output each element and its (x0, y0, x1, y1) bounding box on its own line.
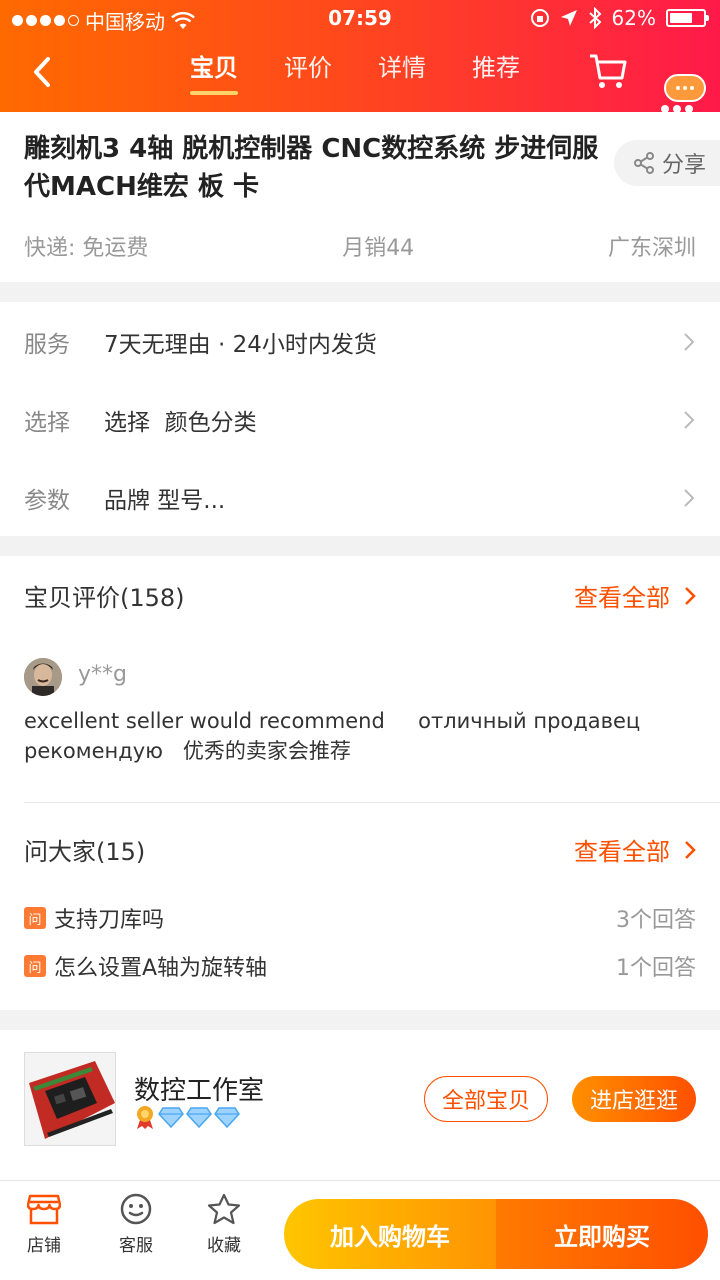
tab-bar: 宝贝 评价 详情 推荐 (190, 48, 520, 95)
location-icon (560, 10, 577, 26)
tab-reviews[interactable]: 评价 (284, 48, 332, 95)
shop-name: 数控工作室 (134, 1076, 265, 1106)
enter-shop-button[interactable]: 进店逛逛 (572, 1076, 696, 1122)
all-items-button[interactable]: 全部宝贝 (424, 1076, 548, 1122)
reviews-card: 宝贝评价(158) 查看全部 y**g excellent seller wou… (0, 556, 720, 1010)
qa-header: 问大家(15) 查看全部 (24, 832, 696, 867)
qa-answer-count: 1个回答 (616, 956, 696, 981)
qa-see-all-label: 查看全部 (574, 838, 670, 866)
service-row[interactable]: 服务 7天无理由 · 24小时内发货 (24, 322, 696, 362)
medal-icon (137, 1106, 153, 1129)
question-icon: 问 (24, 907, 46, 929)
share-label: 分享 (662, 153, 707, 178)
qa-question: 怎么设置A轴为旋转轴 (54, 956, 268, 981)
reviewer-avatar (24, 658, 62, 696)
reviews-header: 宝贝评价(158) 查看全部 (24, 578, 696, 613)
battery-icon (666, 9, 709, 27)
cart-icon[interactable] (588, 52, 628, 90)
diamond-icon (186, 1107, 212, 1128)
battery-percent: 62% (611, 6, 656, 30)
reviews-see-all[interactable]: 查看全部 (574, 578, 696, 613)
orientation-lock-icon (530, 9, 549, 27)
store-icon (27, 1194, 61, 1225)
tab-recommend[interactable]: 推荐 (472, 48, 520, 95)
service-value: 7天无理由 · 24小时内发货 (104, 332, 377, 358)
reviews-see-all-label: 查看全部 (574, 584, 670, 612)
share-icon (634, 152, 654, 174)
shop-rank (134, 1104, 240, 1130)
chevron-right-icon (685, 840, 696, 859)
bluetooth-icon (588, 7, 601, 29)
qa-answer-count: 3个回答 (616, 908, 696, 933)
tab-details[interactable]: 详情 (378, 48, 426, 95)
reviews-heading: 宝贝评价(158) (24, 584, 185, 612)
chat-face-icon (120, 1193, 152, 1225)
tab-item[interactable]: 宝贝 (190, 48, 238, 95)
product-page: 中国移动 07:59 62% 宝贝 评价 详情 推荐 雕刻机3 4轴 脱机控制器… (0, 0, 720, 1280)
qa-see-all[interactable]: 查看全部 (574, 832, 696, 867)
product-meta: 快递: 免运费 月销44 广东深圳 (24, 230, 696, 262)
service-label: 客服 (119, 1236, 153, 1256)
choose-value: 选择 颜色分类 (104, 410, 257, 436)
share-button[interactable]: 分享 (614, 140, 720, 186)
status-bar: 中国移动 07:59 62% (0, 0, 720, 36)
divider (24, 802, 720, 803)
chevron-right-icon (684, 489, 695, 507)
qa-heading: 问大家(15) (24, 838, 146, 866)
store-label: 店铺 (27, 1236, 61, 1256)
product-info-card: 服务 7天无理由 · 24小时内发货 选择 选择 颜色分类 参数 品牌 型号..… (0, 302, 720, 536)
chevron-right-icon (685, 586, 696, 605)
monthly-sales: 月销44 (342, 236, 415, 261)
service-label: 服务 (24, 332, 70, 358)
product-title: 雕刻机3 4轴 脱机控制器 CNC数控系统 步进伺服 代MACH维宏 板 卡 (24, 134, 599, 202)
chevron-right-icon (684, 411, 695, 429)
more-icon[interactable] (660, 102, 694, 116)
back-icon[interactable] (28, 54, 58, 90)
nav-bar: 宝贝 评价 详情 推荐 (0, 36, 720, 113)
store-button[interactable]: 店铺 (14, 1193, 74, 1256)
shipping-info: 快递: 免运费 (24, 236, 149, 261)
choose-row[interactable]: 选择 选择 颜色分类 (24, 400, 696, 440)
customer-service-button[interactable]: 客服 (106, 1193, 166, 1256)
product-title-card: 雕刻机3 4轴 脱机控制器 CNC数控系统 步进伺服 代MACH维宏 板 卡 快… (0, 112, 720, 282)
status-right: 62% (530, 6, 709, 30)
diamond-icon (158, 1107, 184, 1128)
qa-question: 支持刀库吗 (54, 908, 165, 933)
params-row[interactable]: 参数 品牌 型号... (24, 478, 696, 518)
params-value: 品牌 型号... (104, 488, 226, 514)
diamond-icon (214, 1107, 240, 1128)
chevron-right-icon (684, 333, 695, 351)
more-badge-icon[interactable] (664, 74, 706, 102)
header: 中国移动 07:59 62% 宝贝 评价 详情 推荐 (0, 0, 720, 113)
shop-logo[interactable] (24, 1052, 116, 1146)
ship-location: 广东深圳 (607, 236, 696, 261)
buy-now-button[interactable]: 立即购买 (496, 1199, 708, 1269)
review-text: excellent seller would recommend отличны… (24, 709, 647, 763)
choose-label: 选择 (24, 410, 70, 436)
qa-item[interactable]: 问 支持刀库吗 3个回答 (24, 902, 696, 934)
star-icon (207, 1193, 241, 1225)
favorite-button[interactable]: 收藏 (194, 1193, 254, 1256)
bottom-action-bar: 店铺 客服 收藏 加入购物车 立即购买 (0, 1180, 720, 1280)
add-to-cart-button[interactable]: 加入购物车 (284, 1199, 496, 1269)
params-label: 参数 (24, 488, 70, 514)
reviewer-name: y**g (78, 662, 127, 687)
qa-item[interactable]: 问 怎么设置A轴为旋转轴 1个回答 (24, 950, 696, 982)
favorite-label: 收藏 (207, 1236, 241, 1256)
question-icon: 问 (24, 955, 46, 977)
